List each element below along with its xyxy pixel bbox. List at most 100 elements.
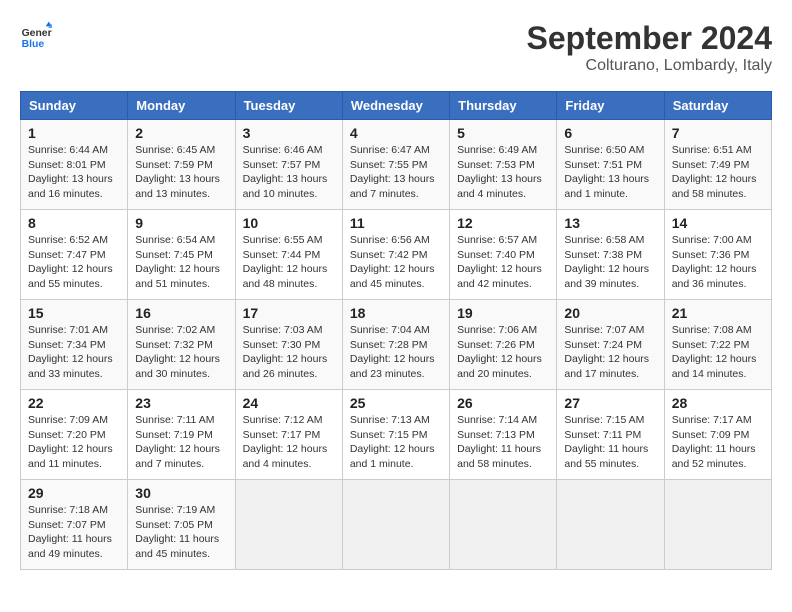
day-info: Sunrise: 6:47 AM Sunset: 7:55 PM Dayligh… xyxy=(350,143,442,202)
calendar-cell: 15 Sunrise: 7:01 AM Sunset: 7:34 PM Dayli… xyxy=(21,300,128,390)
weekday-header-friday: Friday xyxy=(557,92,664,120)
weekday-header-row: SundayMondayTuesdayWednesdayThursdayFrid… xyxy=(21,92,772,120)
calendar-cell: 11 Sunrise: 6:56 AM Sunset: 7:42 PM Dayli… xyxy=(342,210,449,300)
calendar-cell: 1 Sunrise: 6:44 AM Sunset: 8:01 PM Daylig… xyxy=(21,120,128,210)
day-info: Sunrise: 6:46 AM Sunset: 7:57 PM Dayligh… xyxy=(243,143,335,202)
calendar-body: 1 Sunrise: 6:44 AM Sunset: 8:01 PM Daylig… xyxy=(21,120,772,570)
calendar-cell: 13 Sunrise: 6:58 AM Sunset: 7:38 PM Dayli… xyxy=(557,210,664,300)
day-info: Sunrise: 6:51 AM Sunset: 7:49 PM Dayligh… xyxy=(672,143,764,202)
calendar-cell: 8 Sunrise: 6:52 AM Sunset: 7:47 PM Daylig… xyxy=(21,210,128,300)
day-number: 20 xyxy=(564,305,656,321)
day-number: 11 xyxy=(350,215,442,231)
calendar-week-4: 22Sunrise: 7:09 AM Sunset: 7:20 PM Dayli… xyxy=(21,390,772,480)
calendar-cell xyxy=(557,480,664,570)
calendar-week-5: 29 Sunrise: 7:18 AM Sunset: 7:07 PM Dayli… xyxy=(21,480,772,570)
day-number: 30 xyxy=(135,485,227,501)
day-number: 23 xyxy=(135,395,227,411)
day-info: Sunrise: 6:54 AM Sunset: 7:45 PM Dayligh… xyxy=(135,233,227,292)
day-number: 18 xyxy=(350,305,442,321)
day-number: 17 xyxy=(243,305,335,321)
calendar-cell: 17 Sunrise: 7:03 AM Sunset: 7:30 PM Dayli… xyxy=(235,300,342,390)
calendar-cell: 24 Sunrise: 7:12 AM Sunset: 7:17 PM Dayli… xyxy=(235,390,342,480)
calendar-cell: 26Sunrise: 7:14 AM Sunset: 7:13 PM Dayli… xyxy=(450,390,557,480)
calendar-cell: 7 Sunrise: 6:51 AM Sunset: 7:49 PM Daylig… xyxy=(664,120,771,210)
day-number: 27 xyxy=(564,395,656,411)
day-number: 26 xyxy=(457,395,549,411)
month-title: September 2024 xyxy=(527,20,772,57)
calendar-cell: 4 Sunrise: 6:47 AM Sunset: 7:55 PM Daylig… xyxy=(342,120,449,210)
svg-text:Blue: Blue xyxy=(22,39,45,50)
calendar-table: SundayMondayTuesdayWednesdayThursdayFrid… xyxy=(20,91,772,570)
day-number: 10 xyxy=(243,215,335,231)
calendar-cell: 12 Sunrise: 6:57 AM Sunset: 7:40 PM Dayli… xyxy=(450,210,557,300)
day-number: 7 xyxy=(672,125,764,141)
calendar-cell: 6Sunrise: 6:50 AM Sunset: 7:51 PM Daylig… xyxy=(557,120,664,210)
weekday-header-thursday: Thursday xyxy=(450,92,557,120)
day-info: Sunrise: 7:12 AM Sunset: 7:17 PM Dayligh… xyxy=(243,413,335,472)
calendar-cell xyxy=(235,480,342,570)
day-info: Sunrise: 6:49 AM Sunset: 7:53 PM Dayligh… xyxy=(457,143,549,202)
day-info: Sunrise: 6:55 AM Sunset: 7:44 PM Dayligh… xyxy=(243,233,335,292)
calendar-cell: 20 Sunrise: 7:07 AM Sunset: 7:24 PM Dayli… xyxy=(557,300,664,390)
calendar-cell: 5 Sunrise: 6:49 AM Sunset: 7:53 PM Daylig… xyxy=(450,120,557,210)
day-info: Sunrise: 7:11 AM Sunset: 7:19 PM Dayligh… xyxy=(135,413,227,472)
calendar-cell xyxy=(664,480,771,570)
day-info: Sunrise: 7:03 AM Sunset: 7:30 PM Dayligh… xyxy=(243,323,335,382)
day-number: 29 xyxy=(28,485,120,501)
weekday-header-saturday: Saturday xyxy=(664,92,771,120)
day-number: 12 xyxy=(457,215,549,231)
day-info: Sunrise: 7:00 AM Sunset: 7:36 PM Dayligh… xyxy=(672,233,764,292)
day-number: 16 xyxy=(135,305,227,321)
day-number: 15 xyxy=(28,305,120,321)
day-info: Sunrise: 6:44 AM Sunset: 8:01 PM Dayligh… xyxy=(28,143,120,202)
calendar-cell: 25 Sunrise: 7:13 AM Sunset: 7:15 PM Dayli… xyxy=(342,390,449,480)
day-info: Sunrise: 6:45 AM Sunset: 7:59 PM Dayligh… xyxy=(135,143,227,202)
day-number: 8 xyxy=(28,215,120,231)
svg-text:General: General xyxy=(22,28,52,39)
day-number: 2 xyxy=(135,125,227,141)
day-number: 24 xyxy=(243,395,335,411)
calendar-cell: 2 Sunrise: 6:45 AM Sunset: 7:59 PM Daylig… xyxy=(128,120,235,210)
weekday-header-monday: Monday xyxy=(128,92,235,120)
day-info: Sunrise: 7:13 AM Sunset: 7:15 PM Dayligh… xyxy=(350,413,442,472)
day-info: Sunrise: 6:52 AM Sunset: 7:47 PM Dayligh… xyxy=(28,233,120,292)
day-number: 1 xyxy=(28,125,120,141)
weekday-header-sunday: Sunday xyxy=(21,92,128,120)
calendar-cell xyxy=(450,480,557,570)
day-info: Sunrise: 7:17 AM Sunset: 7:09 PM Dayligh… xyxy=(672,413,764,472)
calendar-cell: 23 Sunrise: 7:11 AM Sunset: 7:19 PM Dayli… xyxy=(128,390,235,480)
day-number: 14 xyxy=(672,215,764,231)
calendar-cell: 29 Sunrise: 7:18 AM Sunset: 7:07 PM Dayli… xyxy=(21,480,128,570)
day-info: Sunrise: 6:56 AM Sunset: 7:42 PM Dayligh… xyxy=(350,233,442,292)
calendar-cell: 30Sunrise: 7:19 AM Sunset: 7:05 PM Dayli… xyxy=(128,480,235,570)
day-number: 3 xyxy=(243,125,335,141)
logo: General Blue xyxy=(20,20,52,52)
day-number: 6 xyxy=(564,125,656,141)
day-number: 25 xyxy=(350,395,442,411)
day-number: 21 xyxy=(672,305,764,321)
calendar-cell: 10 Sunrise: 6:55 AM Sunset: 7:44 PM Dayli… xyxy=(235,210,342,300)
calendar-cell: 28Sunrise: 7:17 AM Sunset: 7:09 PM Dayli… xyxy=(664,390,771,480)
day-number: 13 xyxy=(564,215,656,231)
day-number: 5 xyxy=(457,125,549,141)
day-info: Sunrise: 6:58 AM Sunset: 7:38 PM Dayligh… xyxy=(564,233,656,292)
day-number: 22 xyxy=(28,395,120,411)
logo-icon: General Blue xyxy=(20,20,52,52)
day-info: Sunrise: 7:02 AM Sunset: 7:32 PM Dayligh… xyxy=(135,323,227,382)
location-title: Colturano, Lombardy, Italy xyxy=(527,57,772,75)
calendar-cell: 18 Sunrise: 7:04 AM Sunset: 7:28 PM Dayli… xyxy=(342,300,449,390)
calendar-cell: 3 Sunrise: 6:46 AM Sunset: 7:57 PM Daylig… xyxy=(235,120,342,210)
day-info: Sunrise: 6:57 AM Sunset: 7:40 PM Dayligh… xyxy=(457,233,549,292)
day-info: Sunrise: 7:01 AM Sunset: 7:34 PM Dayligh… xyxy=(28,323,120,382)
calendar-week-3: 15 Sunrise: 7:01 AM Sunset: 7:34 PM Dayli… xyxy=(21,300,772,390)
day-info: Sunrise: 7:07 AM Sunset: 7:24 PM Dayligh… xyxy=(564,323,656,382)
calendar-cell: 14 Sunrise: 7:00 AM Sunset: 7:36 PM Dayli… xyxy=(664,210,771,300)
calendar-cell: 27Sunrise: 7:15 AM Sunset: 7:11 PM Dayli… xyxy=(557,390,664,480)
calendar-cell: 21Sunrise: 7:08 AM Sunset: 7:22 PM Dayli… xyxy=(664,300,771,390)
day-info: Sunrise: 7:04 AM Sunset: 7:28 PM Dayligh… xyxy=(350,323,442,382)
calendar-cell: 22Sunrise: 7:09 AM Sunset: 7:20 PM Dayli… xyxy=(21,390,128,480)
calendar-week-1: 1 Sunrise: 6:44 AM Sunset: 8:01 PM Daylig… xyxy=(21,120,772,210)
day-info: Sunrise: 7:18 AM Sunset: 7:07 PM Dayligh… xyxy=(28,503,120,562)
day-number: 4 xyxy=(350,125,442,141)
day-number: 19 xyxy=(457,305,549,321)
